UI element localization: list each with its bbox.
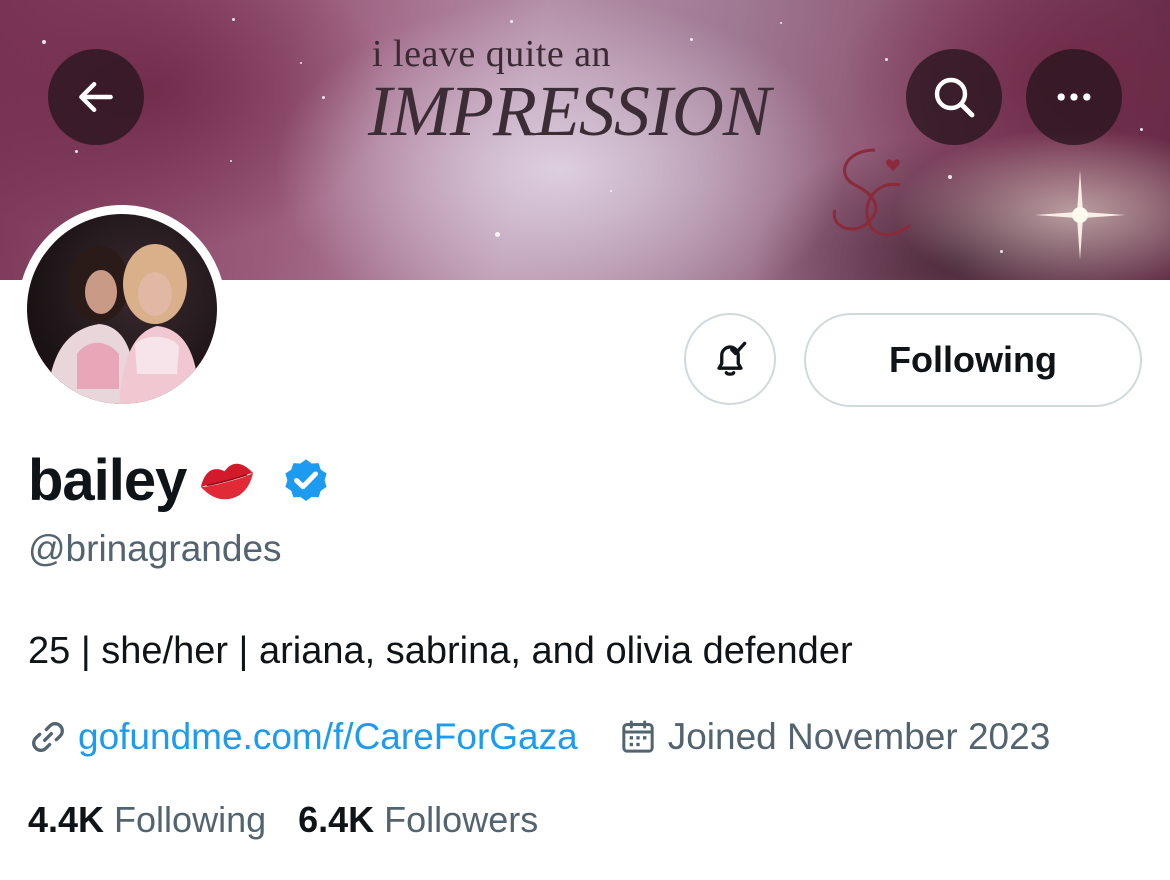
profile-meta: gofundme.com/f/CareForGaza Joined Novemb… — [28, 712, 1050, 762]
user-handle: @brinagrandes — [28, 528, 282, 569]
bell-check-icon — [717, 341, 747, 376]
search-button[interactable] — [906, 49, 1002, 145]
back-button[interactable] — [48, 49, 144, 145]
more-button[interactable] — [1026, 49, 1122, 145]
following-label: Following — [114, 799, 267, 840]
following-count-link[interactable]: 4.4K Following — [28, 799, 266, 841]
followers-count: 6.4K — [298, 799, 375, 840]
followers-label: Followers — [384, 799, 539, 840]
arrow-left-icon — [79, 81, 113, 113]
banner-title: IMPRESSION — [368, 71, 771, 151]
follow-counts: 4.4K Following 6.4K Followers — [28, 797, 538, 843]
sparkle-icon — [1035, 170, 1125, 260]
calendar-icon — [622, 720, 654, 753]
profile-bio: 25 | she/her | ariana, sabrina, and oliv… — [28, 630, 853, 672]
verified-badge-icon[interactable] — [280, 454, 332, 506]
display-name: bailey — [28, 447, 187, 513]
following-count: 4.4K — [28, 799, 105, 840]
name-row: bailey — [28, 444, 332, 516]
following-button[interactable]: Following — [804, 313, 1142, 407]
avatar[interactable] — [18, 205, 226, 413]
more-horizontal-icon — [1057, 93, 1091, 101]
kiss-mark-icon — [201, 463, 254, 500]
followers-count-link[interactable]: 6.4K Followers — [298, 799, 538, 841]
avatar-image — [27, 214, 217, 404]
profile-website-link[interactable]: gofundme.com/f/CareForGaza — [78, 716, 578, 758]
notifications-toggle-button[interactable] — [684, 313, 776, 405]
link-icon — [32, 722, 64, 752]
profile-page: i leave quite an IMPRESSION Following ba… — [0, 0, 1170, 880]
monogram-icon — [832, 148, 912, 236]
joined-date: Joined November 2023 — [667, 716, 1051, 757]
search-icon — [934, 77, 975, 118]
